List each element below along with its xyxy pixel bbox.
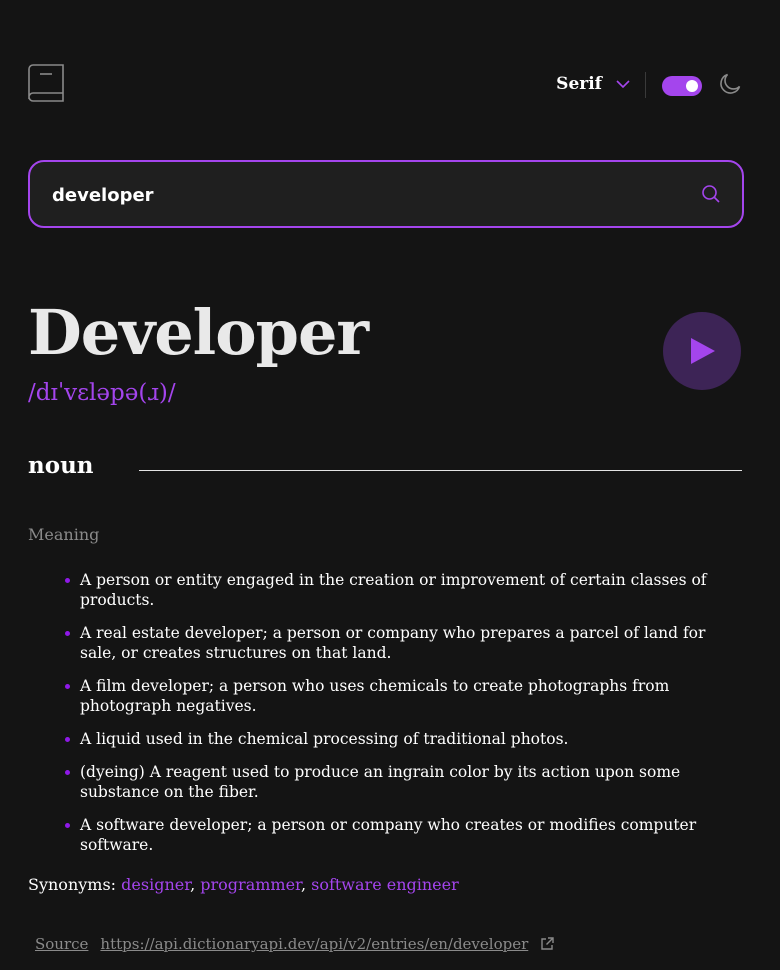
- moon-icon: [720, 73, 741, 94]
- part-of-speech-divider: [139, 470, 742, 471]
- definition-text: A film developer; a person who uses chem…: [80, 677, 670, 715]
- definition-list: A person or entity engaged in the creati…: [28, 570, 742, 868]
- search-input[interactable]: [50, 162, 654, 228]
- header: Serif: [28, 64, 742, 104]
- definition-text: (dyeing) A reagent used to produce an in…: [80, 763, 681, 801]
- synonym-link[interactable]: software engineer: [311, 875, 459, 894]
- font-selector-label: Serif: [556, 74, 602, 94]
- definition-item: A liquid used in the chemical processing…: [28, 729, 742, 749]
- definition-item: (dyeing) A reagent used to produce an in…: [28, 762, 742, 802]
- theme-toggle-knob: [686, 80, 698, 92]
- bullet-icon: [65, 631, 70, 636]
- definition-item: A software developer; a person or compan…: [28, 815, 742, 855]
- bullet-icon: [65, 823, 70, 828]
- synonyms: Synonyms: designer, programmer, software…: [28, 875, 459, 894]
- search-box: [28, 160, 744, 228]
- theme-toggle[interactable]: [662, 76, 702, 96]
- external-link-icon[interactable]: [540, 937, 554, 951]
- source: Source https://api.dictionaryapi.dev/api…: [35, 935, 554, 953]
- search-icon[interactable]: [702, 185, 720, 203]
- synonym-link[interactable]: programmer: [200, 875, 301, 894]
- source-link[interactable]: https://api.dictionaryapi.dev/api/v2/ent…: [100, 935, 528, 953]
- bullet-icon: [65, 578, 70, 583]
- play-audio-button[interactable]: [663, 312, 741, 390]
- definition-item: A real estate developer; a person or com…: [28, 623, 742, 663]
- header-divider: [645, 72, 646, 98]
- phonetic: /dɪˈvɛləpə(ɹ)/: [28, 380, 176, 406]
- definition-item: A film developer; a person who uses chem…: [28, 676, 742, 716]
- synonym-link[interactable]: designer: [121, 875, 190, 894]
- source-label: Source: [35, 935, 89, 953]
- chevron-down-icon: [616, 80, 630, 88]
- definition-item: A person or entity engaged in the creati…: [28, 570, 742, 610]
- bullet-icon: [65, 684, 70, 689]
- book-icon[interactable]: [28, 64, 64, 102]
- part-of-speech: noun: [28, 452, 94, 479]
- bullet-icon: [65, 737, 70, 742]
- play-icon: [691, 338, 715, 364]
- definition-text: A liquid used in the chemical processing…: [80, 730, 569, 748]
- synonyms-label: Synonyms:: [28, 875, 117, 894]
- font-selector[interactable]: Serif: [556, 74, 630, 94]
- bullet-icon: [65, 770, 70, 775]
- meaning-heading: Meaning: [28, 525, 100, 544]
- definition-text: A real estate developer; a person or com…: [80, 624, 706, 662]
- word-title: Developer: [28, 296, 369, 369]
- definition-text: A person or entity engaged in the creati…: [80, 571, 707, 609]
- definition-text: A software developer; a person or compan…: [80, 816, 697, 854]
